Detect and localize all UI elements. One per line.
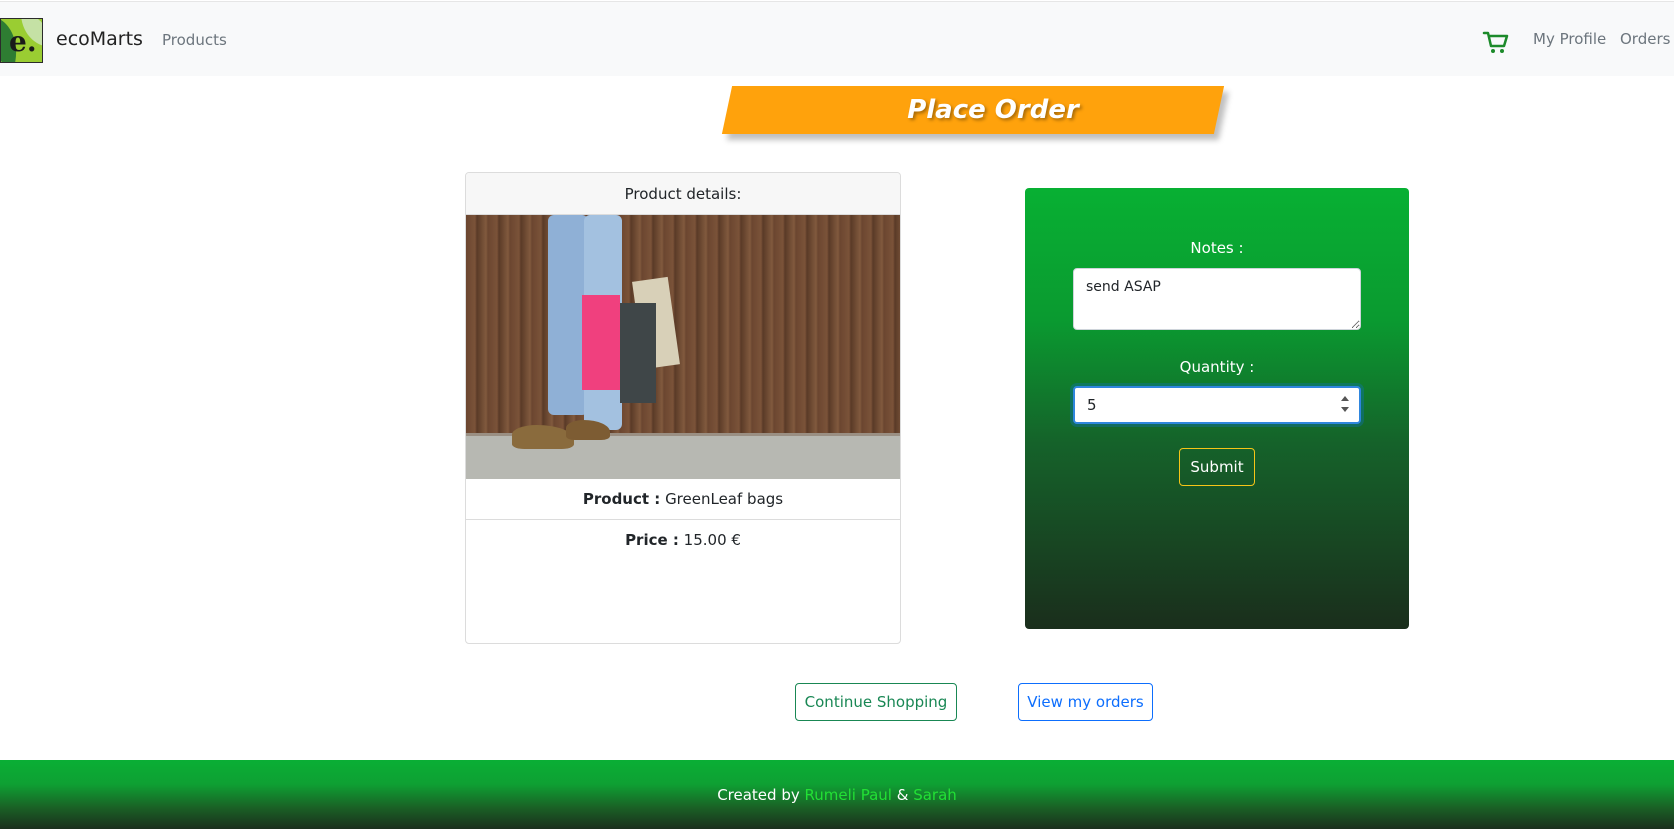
decrement-arrow-icon[interactable] (1341, 407, 1349, 412)
brand-name[interactable]: ecoMarts (56, 28, 143, 50)
product-price-row: Price : 15.00 € (466, 520, 900, 561)
nav-link-products[interactable]: Products (162, 31, 227, 49)
card-header: Product details: (466, 173, 900, 215)
product-details-card: Product details: Product : GreenLeaf bag… (465, 172, 901, 644)
product-name: GreenLeaf bags (665, 490, 784, 508)
brand-logo[interactable]: e. (0, 18, 43, 63)
view-my-orders-button[interactable]: View my orders (1018, 683, 1153, 721)
nav-link-orders[interactable]: Orders (1620, 30, 1670, 48)
brand-logo-letter: e. (9, 25, 37, 58)
footer: Created by Rumeli Paul & Sarah (0, 760, 1674, 829)
order-form-panel: Notes : send ASAP Quantity : 5 Submit (1025, 188, 1409, 629)
continue-shopping-button[interactable]: Continue Shopping (795, 683, 957, 721)
product-image (466, 215, 900, 479)
quantity-label: Quantity : (1179, 358, 1255, 376)
nav-link-my-profile[interactable]: My Profile (1533, 30, 1606, 48)
increment-arrow-icon[interactable] (1341, 396, 1349, 401)
notes-label: Notes : (1190, 239, 1244, 257)
page-title: Place Order (907, 95, 1079, 125)
footer-author-link-1[interactable]: Rumeli Paul (805, 786, 892, 804)
quantity-value: 5 (1087, 396, 1097, 414)
price-label: Price : (625, 531, 679, 549)
product-label: Product : (582, 490, 661, 508)
quantity-stepper[interactable] (1339, 394, 1351, 416)
quantity-input[interactable]: 5 (1073, 386, 1361, 424)
footer-credits: Created by Rumeli Paul & Sarah (0, 786, 1674, 804)
notes-textarea[interactable]: send ASAP (1073, 268, 1361, 330)
shopping-cart-icon[interactable] (1482, 28, 1510, 56)
product-name-row: Product : GreenLeaf bags (466, 479, 900, 520)
price-value: 15.00 € (683, 531, 741, 549)
top-navbar: e. ecoMarts Products My Profile Orders (0, 1, 1674, 76)
submit-button[interactable]: Submit (1179, 448, 1255, 486)
footer-separator: & (896, 786, 909, 804)
footer-created-by: Created by (717, 786, 800, 804)
footer-author-link-2[interactable]: Sarah (913, 786, 957, 804)
